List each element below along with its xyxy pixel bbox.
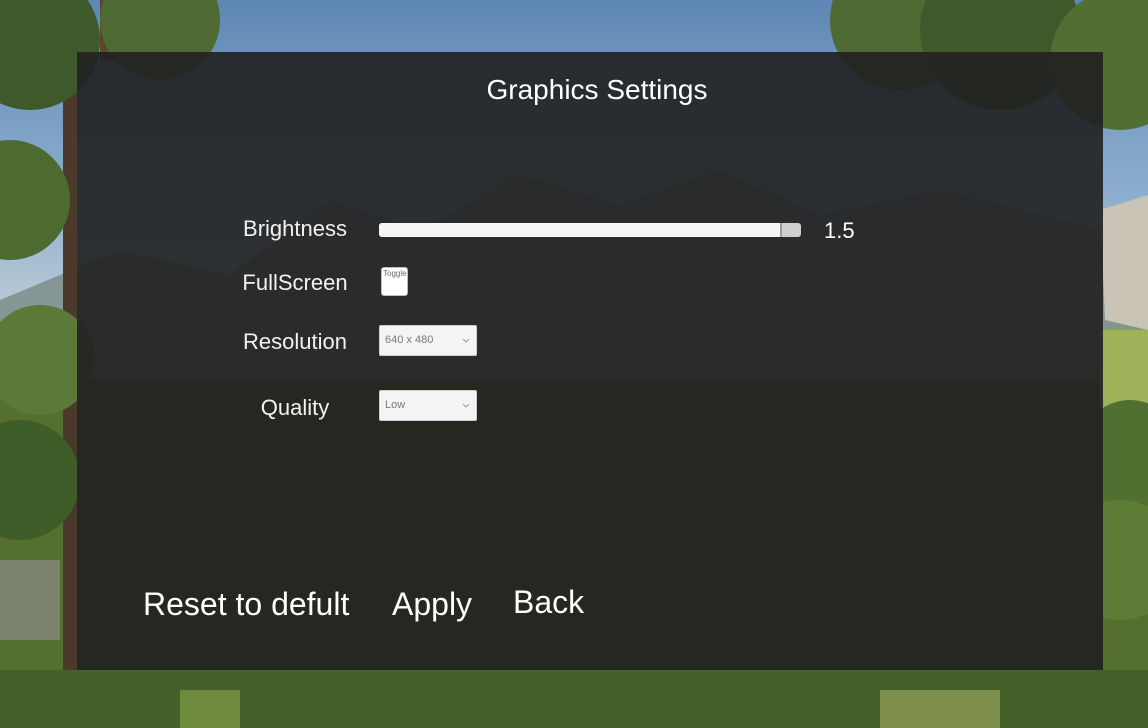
quality-selected-value: Low <box>385 399 406 411</box>
graphics-settings-panel: Graphics Settings Brightness 1.5 FullScr… <box>77 52 1103 670</box>
resolution-selected-value: 640 x 480 <box>385 334 434 346</box>
brightness-slider-handle[interactable] <box>779 223 782 237</box>
page-title: Graphics Settings <box>486 74 708 105</box>
quality-dropdown[interactable]: Low <box>379 390 477 421</box>
apply-button[interactable]: Apply <box>392 586 472 623</box>
brightness-value: 1.5 <box>824 218 855 243</box>
resolution-label: Resolution <box>243 329 347 354</box>
chevron-down-icon <box>462 403 470 408</box>
brightness-label: Brightness <box>243 216 347 241</box>
reset-to-default-button[interactable]: Reset to defult <box>143 586 349 623</box>
quality-label: Quality <box>260 395 330 420</box>
fullscreen-toggle[interactable]: Toggle <box>381 267 408 296</box>
chevron-down-icon <box>462 338 470 343</box>
back-button[interactable]: Back <box>513 584 584 621</box>
toggle-text: Toggle <box>383 269 407 278</box>
resolution-dropdown[interactable]: 640 x 480 <box>379 325 477 356</box>
brightness-slider-fill <box>379 223 780 237</box>
brightness-slider[interactable] <box>379 223 801 237</box>
fullscreen-label: FullScreen <box>242 270 348 295</box>
